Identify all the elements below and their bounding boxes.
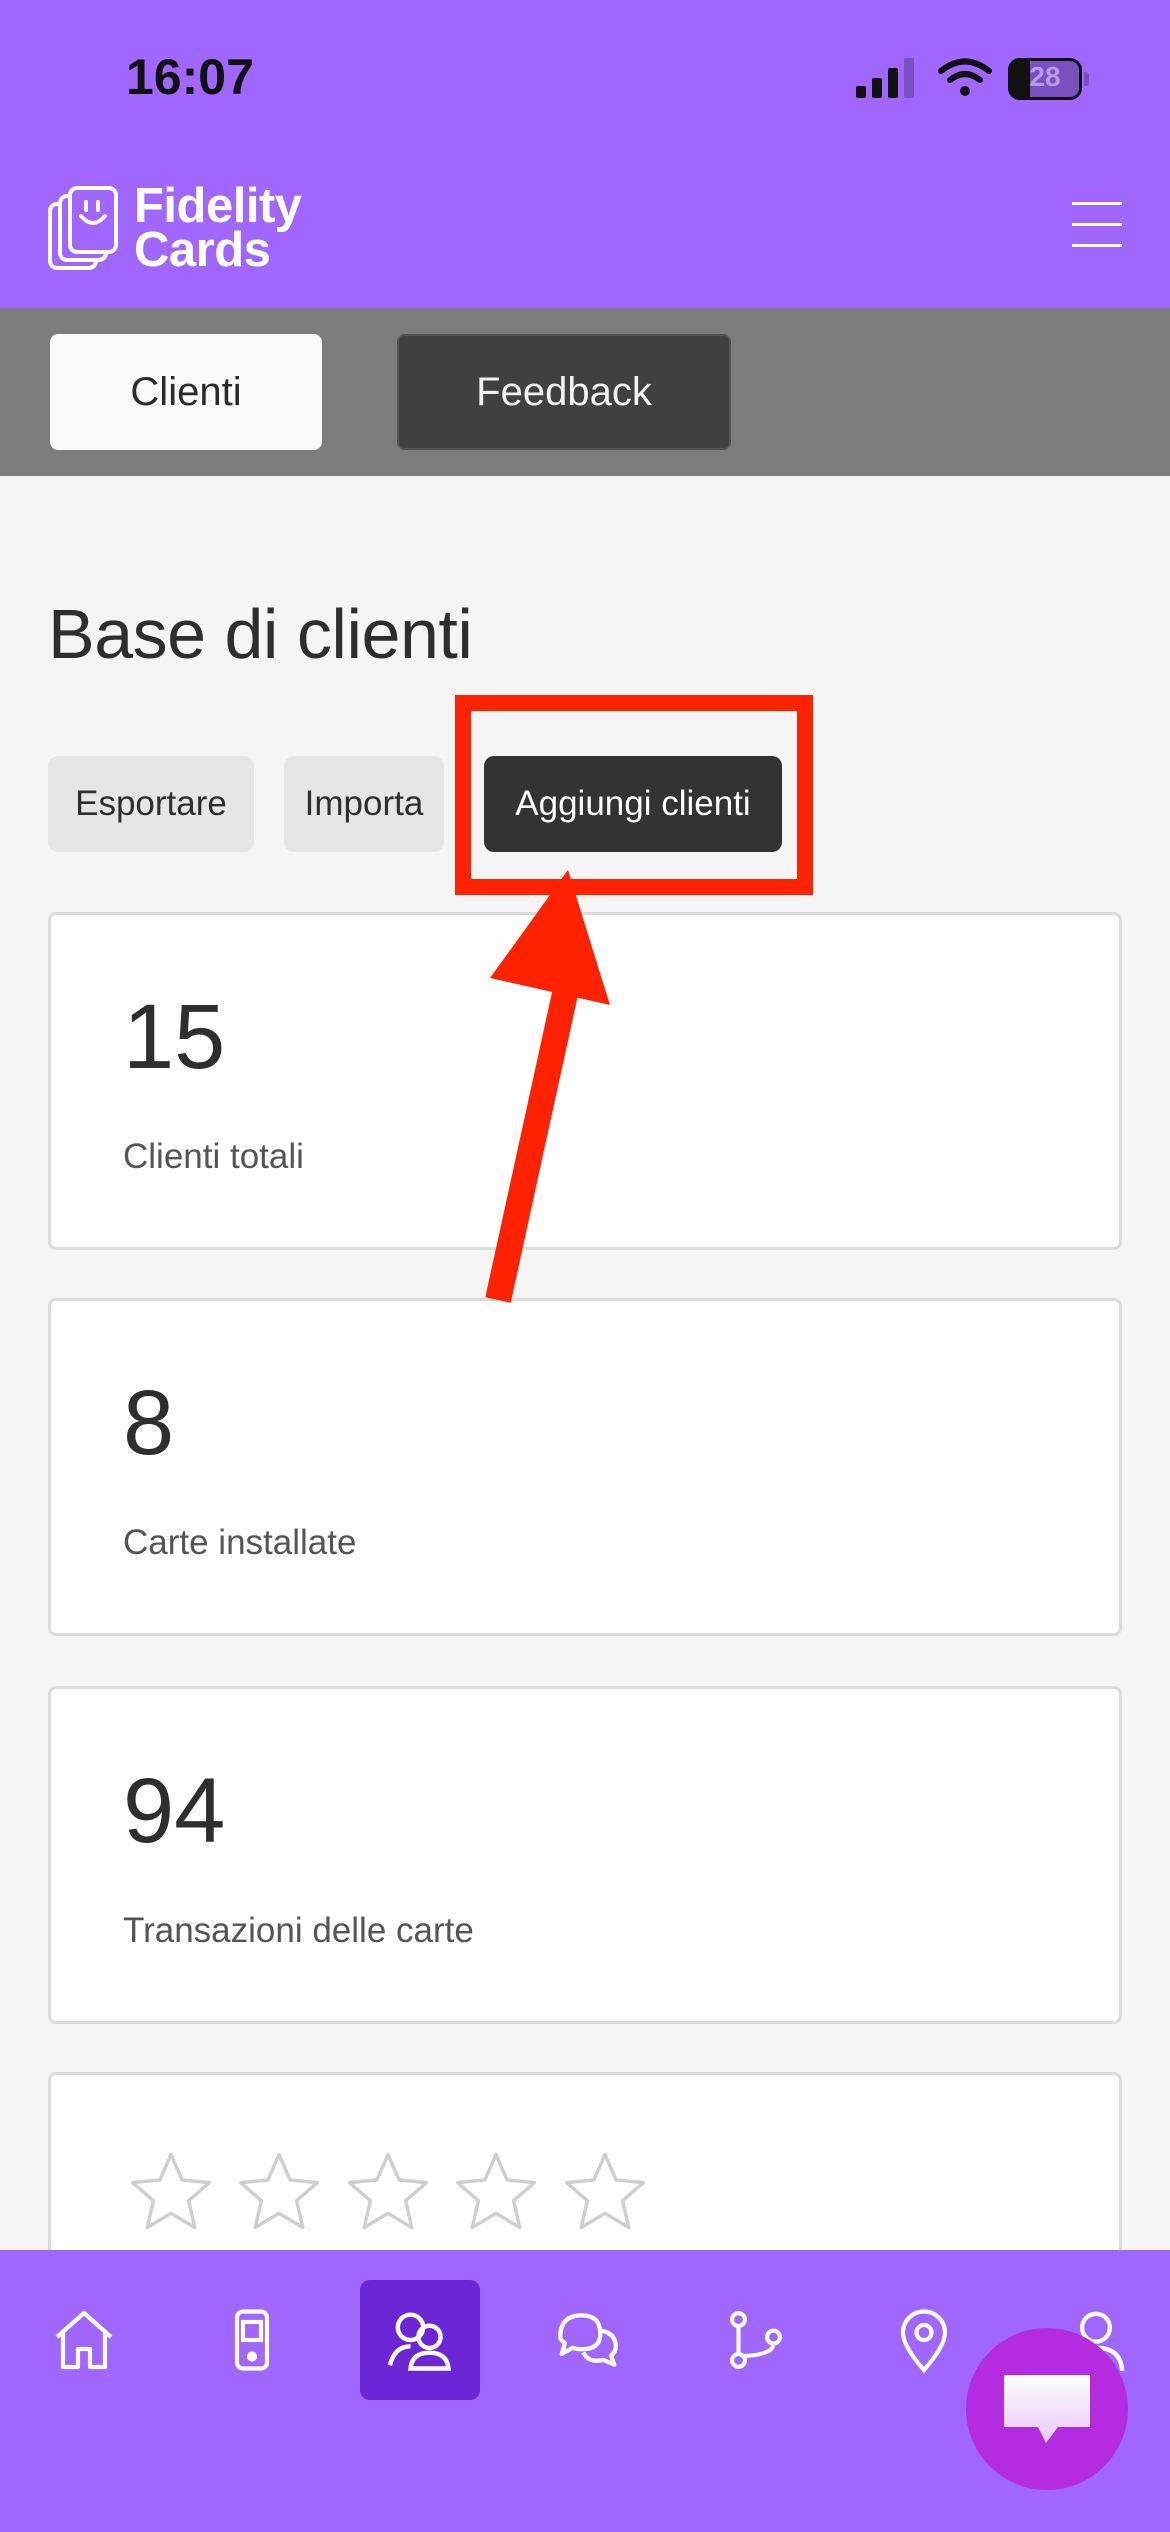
logo-line2: Cards bbox=[134, 223, 271, 277]
hamburger-menu-icon[interactable] bbox=[1072, 202, 1122, 248]
tab-feedback[interactable]: Feedback bbox=[397, 334, 731, 450]
nav-home[interactable] bbox=[24, 2280, 144, 2400]
stat-value: 94 bbox=[123, 1760, 226, 1862]
star-icon bbox=[239, 2152, 320, 2230]
customers-icon bbox=[387, 2312, 451, 2371]
fidelity-cards-logo[interactable]: Fidelity Cards bbox=[48, 180, 348, 290]
star-icon bbox=[130, 2152, 212, 2230]
stat-label: Clienti totali bbox=[123, 1137, 304, 1176]
stat-label: Transazioni delle carte bbox=[123, 1911, 474, 1950]
annotation-highlight-box bbox=[455, 695, 813, 895]
export-button[interactable]: Esportare bbox=[48, 756, 254, 852]
status-icons: 28 bbox=[856, 52, 1096, 104]
logo-text: Fidelity Cards bbox=[134, 179, 302, 277]
star-rating bbox=[125, 2147, 663, 2244]
stat-card-card-transactions: 94 Transazioni delle carte bbox=[48, 1686, 1122, 2024]
tab-clienti[interactable]: Clienti bbox=[50, 334, 322, 450]
status-bar: 16:07 28 bbox=[0, 0, 1170, 150]
nav-device[interactable] bbox=[192, 2280, 312, 2400]
page-title: Base di clienti bbox=[48, 595, 473, 673]
chat-support-button[interactable] bbox=[966, 2328, 1128, 2490]
stat-value: 15 bbox=[123, 986, 226, 1088]
stat-label: Carte installate bbox=[123, 1523, 357, 1562]
flow-icon bbox=[730, 2311, 782, 2369]
section-tabbar: Clienti Feedback bbox=[0, 308, 1170, 476]
battery-level: 28 bbox=[1029, 61, 1061, 92]
star-icon bbox=[564, 2152, 645, 2230]
location-icon bbox=[900, 2309, 948, 2374]
stat-card-installed-cards: 8 Carte installate bbox=[48, 1298, 1122, 1636]
nav-messages[interactable] bbox=[528, 2280, 648, 2400]
import-button[interactable]: Importa bbox=[284, 756, 444, 852]
home-icon bbox=[55, 2310, 113, 2370]
logo-cards-icon bbox=[48, 186, 118, 270]
stat-value: 8 bbox=[123, 1372, 175, 1474]
nav-flows[interactable] bbox=[696, 2280, 816, 2400]
logo-line1: Fidelity bbox=[134, 179, 302, 233]
nav-locations[interactable] bbox=[864, 2280, 984, 2400]
annotation-arrow bbox=[485, 870, 610, 1303]
star-icon bbox=[456, 2152, 537, 2230]
app-header: Fidelity Cards bbox=[0, 150, 1170, 308]
signal-icon bbox=[856, 58, 914, 98]
status-time: 16:07 bbox=[126, 49, 254, 105]
device-icon bbox=[234, 2309, 270, 2371]
wifi-icon bbox=[938, 58, 992, 96]
star-icon bbox=[347, 2152, 428, 2230]
nav-customers[interactable] bbox=[360, 2280, 480, 2400]
chat-icon bbox=[558, 2313, 618, 2367]
battery-icon: 28 bbox=[1008, 58, 1089, 100]
rating-card bbox=[48, 2072, 1122, 2272]
chat-bubble-icon bbox=[1004, 2375, 1090, 2443]
